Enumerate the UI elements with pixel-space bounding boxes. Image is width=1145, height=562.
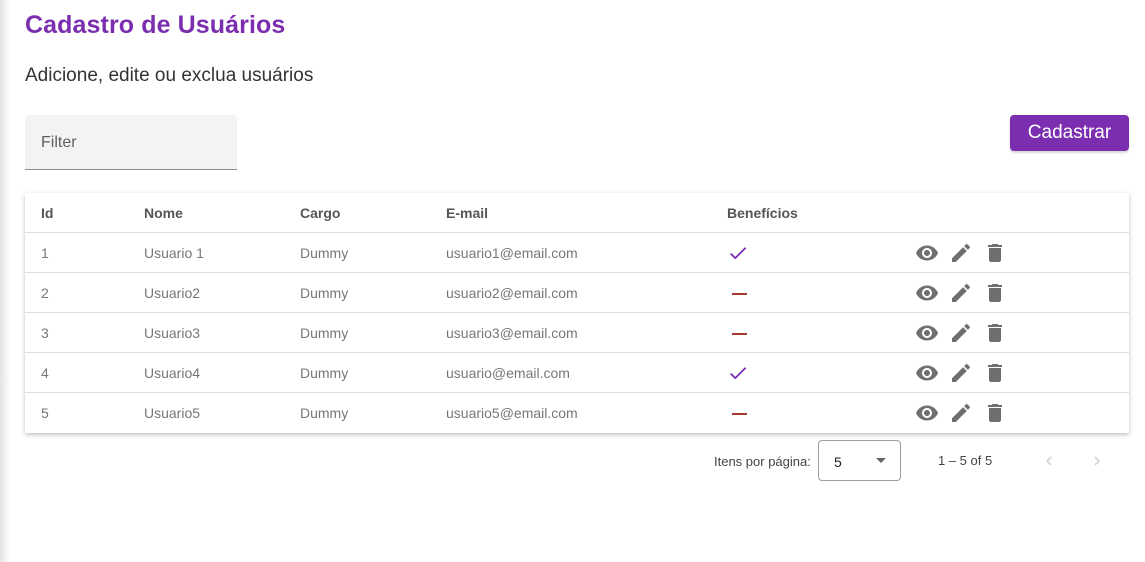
page-title: Cadastro de Usuários [25,11,286,39]
eye-button[interactable] [915,401,939,425]
cell-nome: Usuario 1 [144,232,300,273]
cadastrar-button[interactable]: Cadastrar [1010,115,1129,151]
eye-button[interactable] [915,241,939,265]
pencil-button[interactable] [949,321,973,345]
cell-nome: Usuario2 [144,272,300,313]
trash-button[interactable] [983,281,1007,305]
column-header-email[interactable]: E-mail [446,193,727,233]
cell-nome: Usuario3 [144,312,300,353]
pencil-button[interactable] [949,361,973,385]
page-range-label: 1 – 5 of 5 [938,453,993,468]
cell-actions [916,272,1129,313]
column-header-actions [922,193,1129,233]
eye-button[interactable] [915,321,939,345]
next-page-button[interactable] [1088,452,1106,470]
trash-button[interactable] [983,321,1007,345]
eye-button[interactable] [915,361,939,385]
table-row[interactable]: 1 Usuario 1 Dummy usuario1@email.com [25,232,1129,273]
left-edge-shadow [0,0,10,562]
table-row[interactable]: 3 Usuario3 Dummy usuario3@email.com [25,312,1129,353]
items-per-page-label: Itens por página: [714,454,811,469]
previous-page-button[interactable] [1040,452,1058,470]
trash-button[interactable] [983,361,1007,385]
cell-actions [916,312,1129,353]
column-header-id[interactable]: Id [25,193,144,233]
column-header-nome[interactable]: Nome [144,193,300,233]
check-icon [730,246,747,259]
dash-icon [732,292,747,295]
dash-icon [732,412,747,415]
cell-beneficios [727,393,922,433]
dropdown-arrow-icon [876,458,886,463]
cell-beneficios [727,272,922,313]
cell-beneficios [727,312,922,353]
users-table-card: Id Nome Cargo E-mail Benefícios 1 Usuario… [25,193,1129,433]
cell-email: usuario1@email.com [446,232,727,273]
pencil-button[interactable] [949,281,973,305]
page-subtitle: Adicione, edite ou exclua usuários [25,65,314,86]
check-icon [730,366,747,379]
cell-cargo: Dummy [300,312,446,353]
cell-id: 2 [25,272,144,313]
cell-nome: Usuario4 [144,352,300,393]
column-header-beneficios[interactable]: Benefícios [727,193,922,233]
cell-actions [916,393,1129,433]
chevron-right-icon [1094,456,1100,466]
pencil-button[interactable] [949,401,973,425]
trash-button[interactable] [983,241,1007,265]
cell-id: 4 [25,352,144,393]
table-row[interactable]: 5 Usuario5 Dummy usuario5@email.com [25,393,1129,433]
pencil-button[interactable] [949,241,973,265]
cell-email: usuario5@email.com [446,404,578,421]
cell-email: usuario2@email.com [446,272,727,313]
cell-email: usuario3@email.com [446,312,727,353]
page-size-select[interactable]: 5 [818,440,901,481]
eye-button[interactable] [915,281,939,305]
trash-button[interactable] [983,401,1007,425]
page-size-value: 5 [834,454,842,470]
cell-cargo: Dummy [300,404,349,421]
cell-nome: Usuario5 [144,404,201,421]
cell-id: 1 [25,232,144,273]
cell-beneficios [727,232,922,273]
cell-id: 5 [41,404,49,421]
table-header-row: Id Nome Cargo E-mail Benefícios [25,193,1129,233]
chevron-left-icon [1046,456,1052,466]
filter-field[interactable]: Filter [25,115,237,170]
cell-cargo: Dummy [300,232,446,273]
column-header-cargo[interactable]: Cargo [300,193,446,233]
dash-icon [732,332,747,335]
cell-actions [916,232,1129,273]
cell-actions [916,352,1129,393]
cell-id: 3 [25,312,144,353]
cell-beneficios [727,352,922,393]
cell-email: usuario@email.com [446,352,727,393]
filter-input[interactable]: Filter [41,134,77,152]
users-table: Id Nome Cargo E-mail Benefícios 1 Usuario… [25,193,1129,432]
table-row[interactable]: 4 Usuario4 Dummy usuario@email.com [25,352,1129,393]
cell-cargo: Dummy [300,352,446,393]
table-row[interactable]: 2 Usuario2 Dummy usuario2@email.com [25,272,1129,313]
cell-cargo: Dummy [300,272,446,313]
